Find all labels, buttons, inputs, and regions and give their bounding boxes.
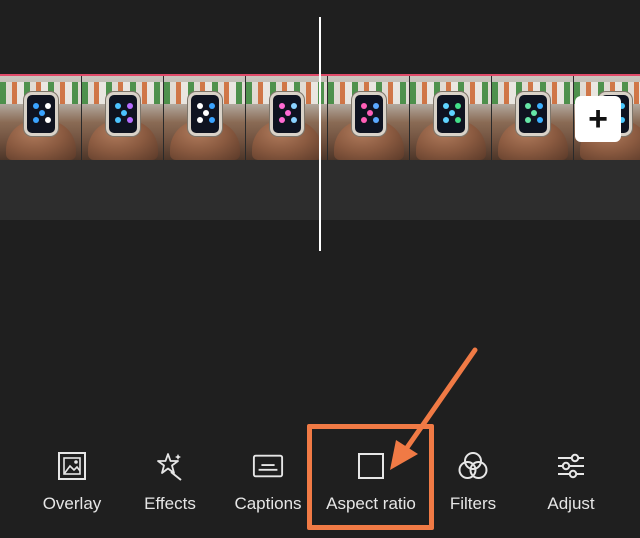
captions-label: Captions	[234, 494, 302, 513]
overlay-icon	[56, 450, 88, 482]
plus-icon: +	[588, 100, 608, 138]
watch-image	[516, 92, 550, 136]
timeline-frame-thumbnail[interactable]	[492, 76, 574, 160]
watch-image	[352, 92, 386, 136]
timeline-frame-thumbnail[interactable]	[410, 76, 492, 160]
captions-button[interactable]: Captions	[226, 440, 310, 520]
editor-stage: + Overlay Effects Captions Aspect ratio …	[0, 0, 640, 538]
watch-image	[188, 92, 222, 136]
effects-label: Effects	[144, 494, 196, 513]
adjust-icon	[555, 450, 587, 482]
timeline-frame-thumbnail[interactable]	[82, 76, 164, 160]
effects-button[interactable]: Effects	[130, 440, 210, 520]
timeline-frame-thumbnail[interactable]	[164, 76, 246, 160]
watch-image	[270, 92, 304, 136]
watch-image	[24, 92, 58, 136]
adjust-button[interactable]: Adjust	[532, 440, 610, 520]
annotation-arrow-icon	[390, 347, 478, 470]
playhead[interactable]	[319, 17, 321, 251]
overlay-label: Overlay	[42, 494, 102, 513]
watch-image	[106, 92, 140, 136]
timeline-frame-thumbnail[interactable]	[328, 76, 410, 160]
filters-label: Filters	[449, 494, 497, 513]
add-clip-button[interactable]: +	[575, 96, 621, 142]
effects-icon	[154, 450, 186, 482]
watch-image	[434, 92, 468, 136]
overlay-button[interactable]: Overlay	[30, 440, 114, 520]
timeline-frame-thumbnail[interactable]	[246, 76, 328, 160]
timeline-frame-thumbnail[interactable]	[0, 76, 82, 160]
captions-icon	[252, 450, 284, 482]
adjust-label: Adjust	[547, 494, 595, 513]
